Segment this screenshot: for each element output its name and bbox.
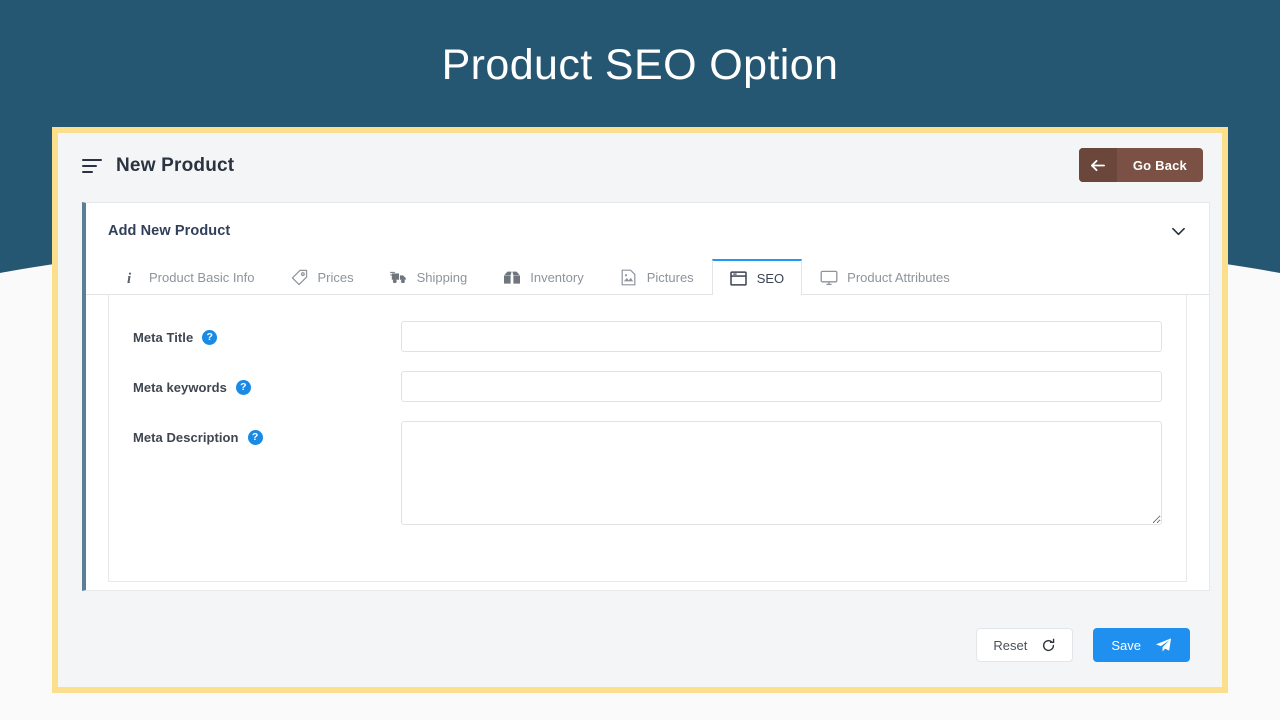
tab-label: Pictures: [646, 270, 694, 285]
open-box-icon: [503, 269, 521, 287]
product-tabs: i Product Basic Info Prices Shipping Inv…: [86, 259, 1209, 295]
tab-label: SEO: [756, 270, 785, 286]
chevron-down-icon[interactable]: [1167, 220, 1189, 242]
panel-title: Add New Product: [108, 223, 231, 239]
tab-label: Prices: [317, 270, 354, 285]
truck-icon: [389, 269, 408, 287]
monitor-icon: [820, 269, 838, 287]
meta-description-field-wrap: [401, 421, 1162, 525]
question-mark-icon[interactable]: ?: [247, 430, 263, 445]
panel-header: Add New Product: [86, 203, 1209, 259]
reset-button[interactable]: Reset: [976, 628, 1074, 662]
app-window: New Product Go Back Add New Product i Pr…: [52, 127, 1228, 693]
browser-window-icon: [730, 269, 748, 287]
page-title: New Product: [116, 155, 235, 176]
slide-title: Product SEO Option: [441, 41, 839, 89]
add-new-product-panel: Add New Product i Product Basic Info Pri…: [82, 202, 1210, 591]
paper-plane-icon: [1155, 637, 1172, 653]
tab-label: Shipping: [416, 270, 468, 285]
tab-shipping[interactable]: Shipping: [372, 259, 486, 295]
meta-description-label-group: Meta Description ?: [133, 421, 401, 445]
svg-text:i: i: [127, 271, 132, 286]
tab-label: Product Attributes: [847, 270, 950, 285]
tab-pictures[interactable]: Pictures: [602, 259, 712, 295]
hamburger-list-icon[interactable]: [82, 158, 104, 174]
go-back-button[interactable]: Go Back: [1078, 148, 1203, 182]
reset-label: Reset: [993, 637, 1028, 653]
field-label: Meta Title: [133, 330, 194, 345]
meta-keywords-label-group: Meta keywords ?: [133, 371, 401, 395]
form-row-meta-keywords: Meta keywords ?: [109, 371, 1186, 402]
tab-label: Inventory: [530, 270, 584, 285]
tab-product-attributes[interactable]: Product Attributes: [802, 259, 968, 295]
tab-label: Product Basic Info: [149, 270, 255, 285]
meta-keywords-input[interactable]: [401, 371, 1162, 402]
meta-keywords-field-wrap: [401, 371, 1162, 402]
seo-form: Meta Title ? Meta keywords ? Meta Descri…: [108, 294, 1187, 582]
refresh-icon: [1041, 638, 1056, 653]
info-italic-icon: i: [122, 269, 140, 287]
form-actions: Reset Save: [58, 603, 1222, 687]
meta-title-label-group: Meta Title ?: [133, 321, 401, 345]
field-label: Meta Description: [133, 430, 239, 445]
go-back-label: Go Back: [1132, 157, 1187, 173]
form-row-meta-description: Meta Description ?: [109, 421, 1186, 525]
arrow-left-icon: [1078, 148, 1117, 182]
form-row-meta-title: Meta Title ?: [109, 321, 1186, 352]
meta-description-textarea[interactable]: [401, 421, 1162, 525]
app-header: New Product Go Back: [58, 133, 1222, 199]
tab-prices[interactable]: Prices: [273, 259, 372, 295]
image-icon: [620, 269, 638, 287]
question-mark-icon[interactable]: ?: [235, 380, 251, 395]
save-button[interactable]: Save: [1093, 628, 1190, 662]
meta-title-input[interactable]: [401, 321, 1162, 352]
tab-inventory[interactable]: Inventory: [485, 259, 601, 295]
save-label: Save: [1111, 637, 1141, 653]
question-mark-icon[interactable]: ?: [202, 330, 218, 345]
tab-seo[interactable]: SEO: [711, 259, 803, 295]
tab-product-basic-info[interactable]: i Product Basic Info: [104, 259, 273, 295]
price-tag-icon: [291, 269, 309, 287]
field-label: Meta keywords: [133, 380, 227, 395]
meta-title-field-wrap: [401, 321, 1162, 352]
